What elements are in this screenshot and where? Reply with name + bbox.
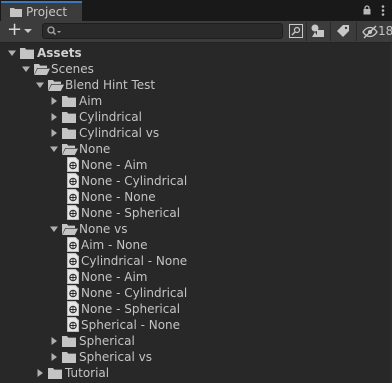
caret-right-icon[interactable] — [49, 352, 59, 362]
tree-row-label: None - Cylindrical — [81, 286, 188, 300]
tree-row-label: Cylindrical - None — [81, 254, 188, 268]
folder-icon — [48, 368, 62, 379]
filter-by-type-button[interactable] — [309, 22, 327, 41]
tree-row[interactable]: Aim - None — [0, 237, 390, 253]
scene-file-icon — [67, 269, 79, 284]
tree-row-label: None - None — [81, 190, 156, 204]
folder-icon — [62, 112, 76, 123]
tree-row-label: Spherical - None — [81, 318, 181, 332]
tree-row[interactable]: Aim — [0, 93, 390, 109]
scene-file-icon — [67, 205, 79, 220]
kebab-menu-icon[interactable] — [381, 5, 385, 16]
project-toolbar: + 18 — [0, 19, 392, 43]
tree-row[interactable]: Cylindrical — [0, 109, 390, 125]
tree-row-label: None - Spherical — [81, 206, 181, 220]
tree-row[interactable]: None - Aim — [0, 269, 390, 285]
folder-icon — [62, 336, 76, 347]
tree-row[interactable]: None - Spherical — [0, 301, 390, 317]
tree-row[interactable]: Cylindrical - None — [0, 253, 390, 269]
toggle-hidden-packages-button[interactable]: 18 — [360, 22, 392, 41]
scene-file-icon — [67, 301, 79, 316]
tree-row-label: None vs — [79, 222, 128, 236]
tree-row-label: Blend Hint Test — [65, 78, 156, 92]
caret-right-icon[interactable] — [49, 336, 59, 346]
folder-icon — [20, 48, 34, 59]
tree-row[interactable]: None — [0, 141, 390, 157]
tree-row[interactable]: Tutorial — [0, 365, 390, 381]
chevron-down-icon — [24, 29, 32, 33]
tree-row[interactable]: None - Aim — [0, 157, 390, 173]
tree-row[interactable]: Spherical vs — [0, 349, 390, 365]
tree-row[interactable]: None - Cylindrical — [0, 173, 390, 189]
tree-row[interactable]: Blend Hint Test — [0, 77, 390, 93]
tree-row[interactable]: Scenes — [0, 61, 390, 77]
tree-row-label: Cylindrical vs — [79, 126, 160, 140]
tree-row-label: Cylindrical — [79, 110, 142, 124]
tree-row[interactable]: Cylindrical vs — [0, 125, 390, 141]
tree-row-label: Aim - None — [81, 238, 148, 252]
search-field[interactable] — [42, 23, 283, 39]
tree-row-label: None - Spherical — [81, 302, 181, 316]
tree-row-label: Assets — [37, 46, 82, 60]
tree-row[interactable]: Spherical - None — [0, 317, 390, 333]
tree-row[interactable]: None vs — [0, 221, 390, 237]
tree-row-label: Spherical vs — [79, 350, 152, 364]
search-icon — [47, 26, 61, 35]
caret-right-icon[interactable] — [49, 96, 59, 106]
caret-down-icon[interactable] — [35, 80, 45, 90]
tree-row-label: None - Cylindrical — [81, 174, 188, 188]
tree-row-label: Aim — [79, 94, 103, 108]
tree-row[interactable]: None - Spherical — [0, 205, 390, 221]
scene-file-icon — [67, 317, 79, 332]
tree-row-label: None - Aim — [81, 158, 148, 172]
folder-open-icon — [48, 80, 64, 91]
tree-row-label: Scenes — [51, 62, 94, 76]
caret-down-icon[interactable] — [49, 144, 59, 154]
folder-icon — [62, 96, 76, 107]
tab-strip: Project — [0, 0, 392, 21]
folder-icon — [10, 8, 22, 17]
folder-icon — [62, 352, 76, 363]
caret-right-icon[interactable] — [49, 128, 59, 138]
folder-open-icon — [62, 144, 78, 155]
lock-icon[interactable] — [363, 5, 371, 15]
tag-icon — [337, 25, 349, 37]
caret-right-icon[interactable] — [35, 368, 45, 378]
scene-file-icon — [67, 253, 79, 268]
caret-down-icon[interactable] — [21, 64, 31, 74]
caret-down-icon[interactable] — [49, 224, 59, 234]
folder-open-icon — [62, 224, 78, 235]
tree-row[interactable]: None - None — [0, 189, 390, 205]
tree-row[interactable]: Assets — [0, 45, 390, 61]
plus-icon: + — [7, 19, 23, 40]
hidden-packages-count: 18 — [378, 24, 392, 38]
tree-row-label: None — [79, 142, 111, 156]
create-button[interactable]: + — [5, 19, 35, 40]
folder-open-icon — [34, 64, 50, 75]
project-tree: Assets Scenes Blend Hint Test Aim Cylindrica… — [0, 43, 392, 383]
search-input[interactable] — [61, 24, 276, 38]
search-by-type-button[interactable] — [287, 22, 305, 41]
tab-title: Project — [26, 5, 68, 19]
shapes-filter-icon — [311, 24, 324, 37]
tree-row[interactable]: None - Cylindrical — [0, 285, 390, 301]
tree-row-label: Tutorial — [65, 366, 110, 380]
caret-down-icon[interactable] — [7, 48, 17, 58]
search-window-icon — [289, 24, 303, 38]
tree-row-label: None - Aim — [81, 270, 148, 284]
scene-file-icon — [67, 173, 79, 188]
tree-row-label: Spherical — [79, 334, 135, 348]
scene-file-icon — [67, 189, 79, 204]
filter-by-label-button[interactable] — [334, 22, 352, 41]
scene-file-icon — [67, 285, 79, 300]
folder-icon — [62, 128, 76, 139]
tree-row[interactable]: Spherical — [0, 333, 390, 349]
eye-slash-icon — [362, 25, 378, 39]
scene-file-icon — [67, 237, 79, 252]
scene-file-icon — [67, 157, 79, 172]
tab-project[interactable]: Project — [1, 1, 82, 21]
caret-right-icon[interactable] — [49, 112, 59, 122]
